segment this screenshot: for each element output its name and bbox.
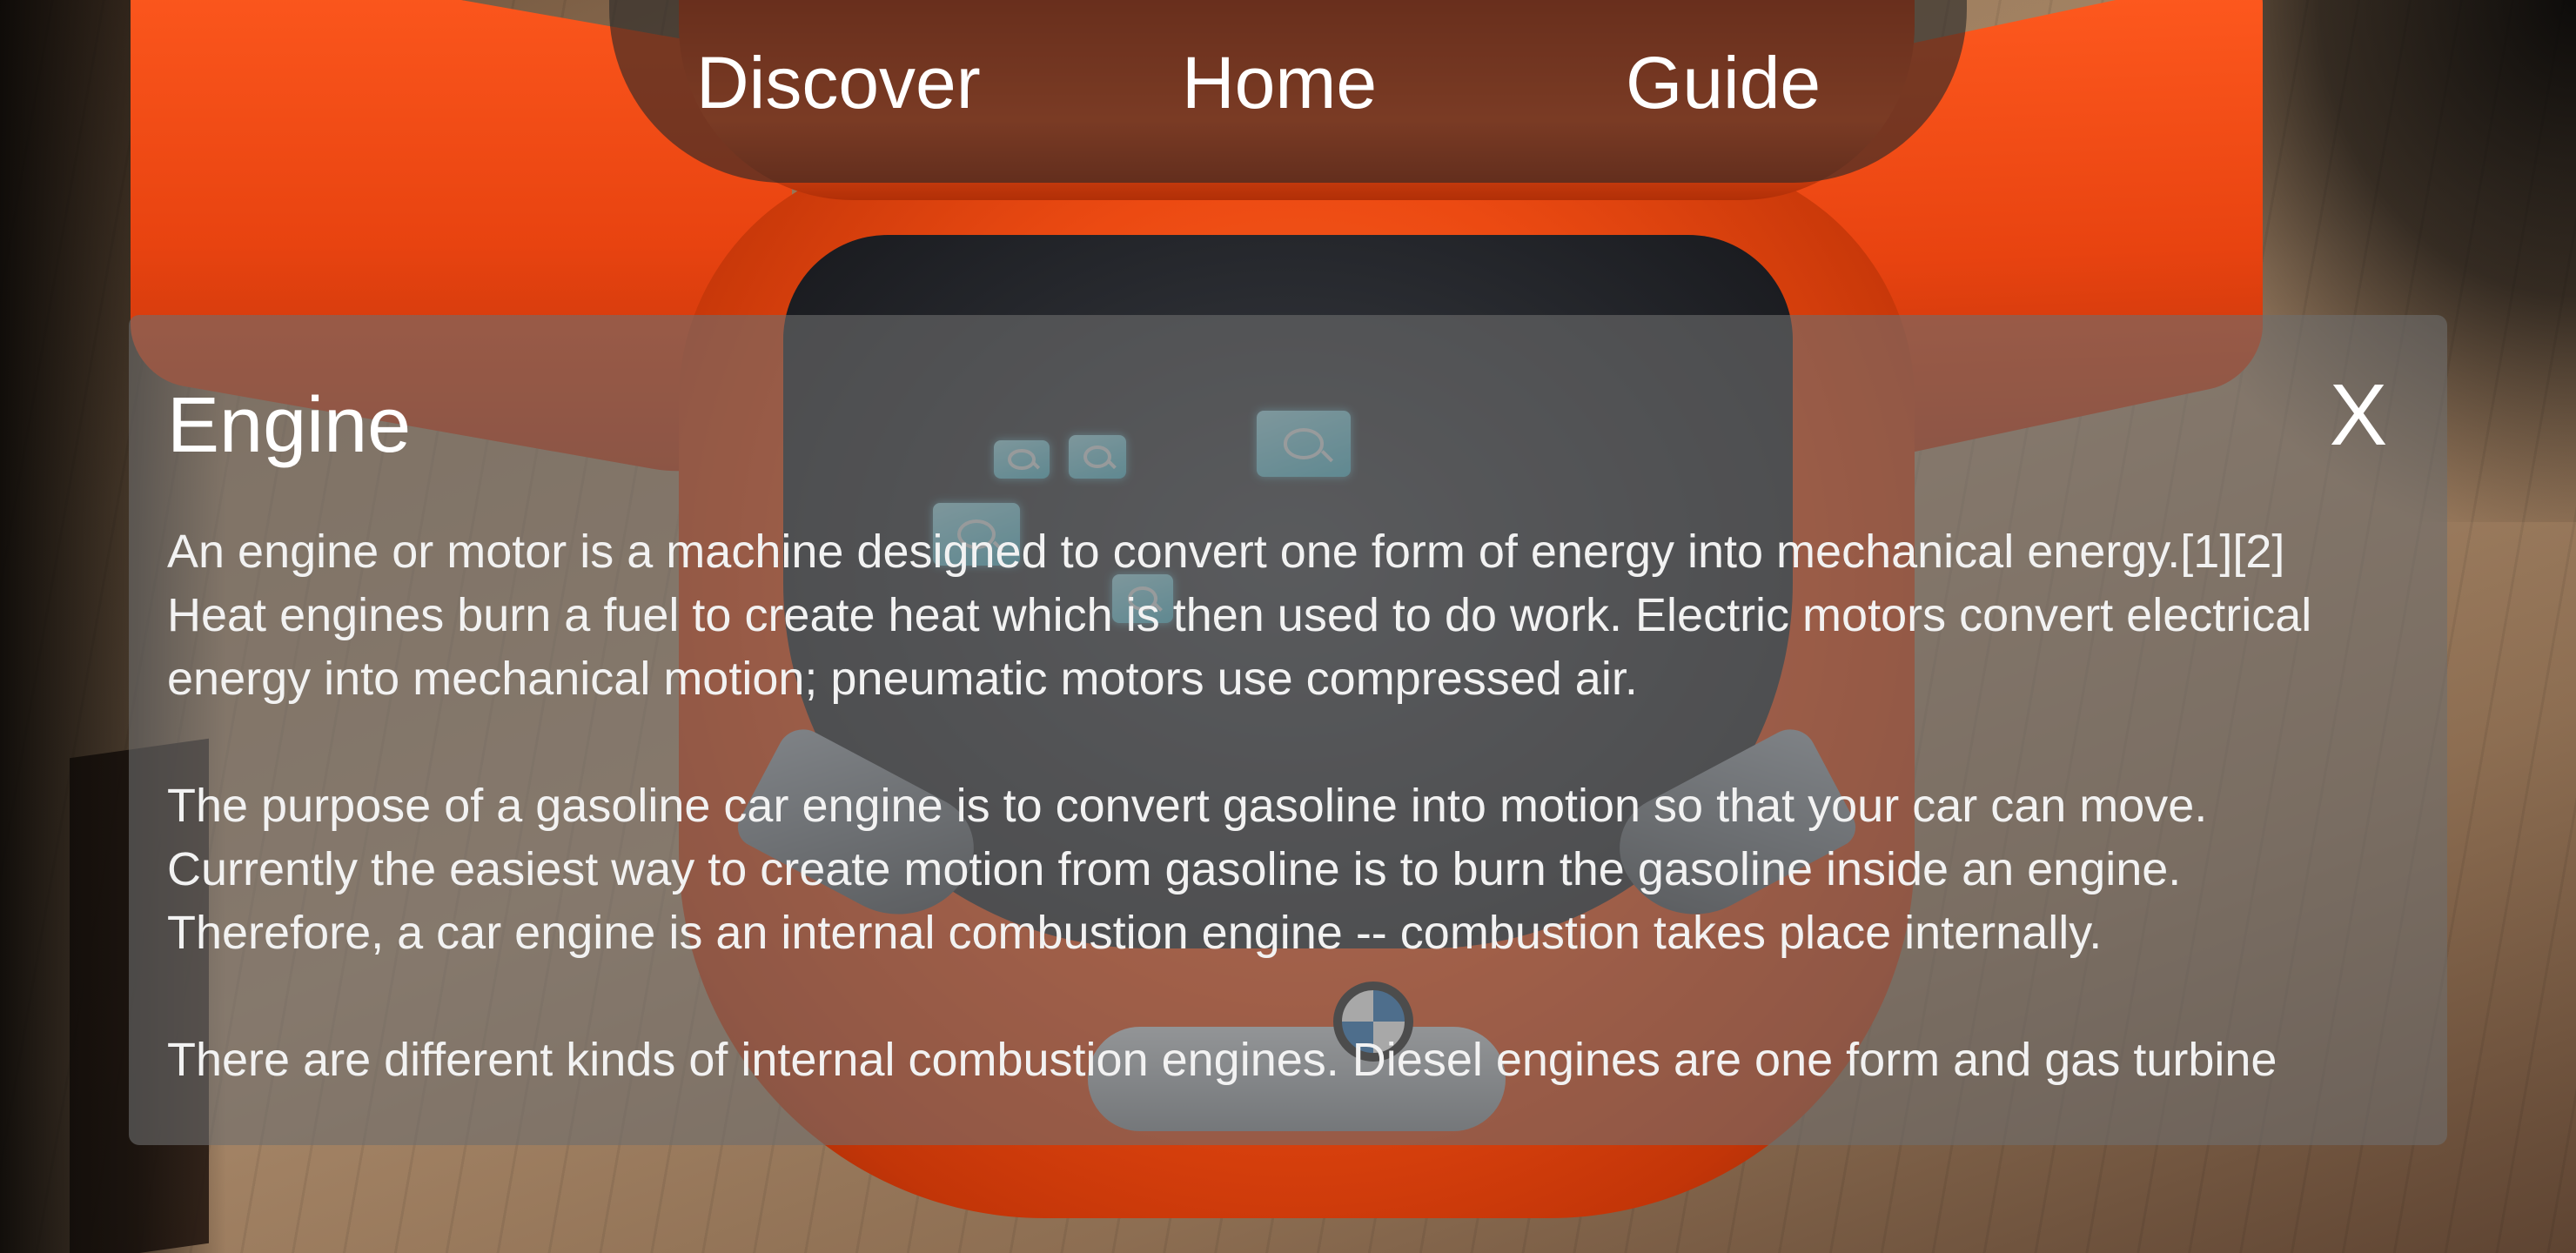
- description-paragraph: The purpose of a gasoline car engine is …: [167, 780, 2208, 959]
- nav-discover[interactable]: Discover: [696, 35, 981, 131]
- panel-description[interactable]: An engine or motor is a machine designed…: [167, 520, 2430, 1145]
- close-button[interactable]: X: [2315, 367, 2402, 463]
- panel-title: Engine: [167, 382, 412, 469]
- nav-home[interactable]: Home: [1182, 35, 1377, 131]
- nav-guide[interactable]: Guide: [1626, 35, 1821, 131]
- description-paragraph: An engine or motor is a machine designed…: [167, 526, 2312, 705]
- description-paragraph: There are different kinds of internal co…: [167, 1034, 2277, 1086]
